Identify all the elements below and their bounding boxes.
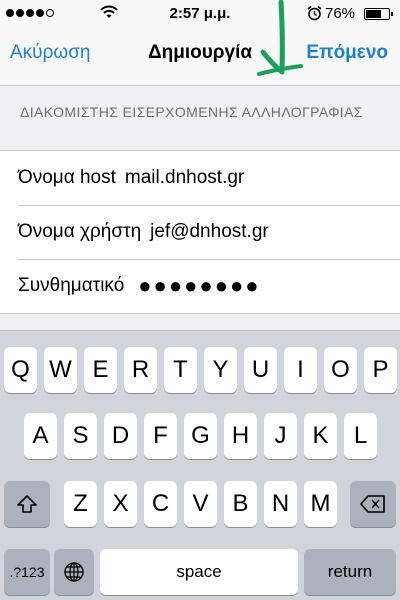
key[interactable]: W <box>44 347 77 393</box>
key[interactable]: T <box>164 347 197 393</box>
section-header: ΔΙΑΚΟΜΙΣΤΗΣ ΕΙΣΕΡΧΟΜΕΝΗΣ ΑΛΛΗΛΟΓΡΑΦΙΑΣ <box>20 104 363 120</box>
key[interactable]: J <box>264 413 297 459</box>
key[interactable]: E <box>84 347 117 393</box>
delete-key[interactable] <box>350 481 396 527</box>
key[interactable]: A <box>24 413 57 459</box>
key[interactable]: L <box>344 413 377 459</box>
password-field[interactable]: ●●●●●●●● <box>138 273 260 299</box>
username-label: Όνομα χρήστη <box>18 221 142 242</box>
key[interactable]: R <box>124 347 157 393</box>
key[interactable]: H <box>224 413 257 459</box>
navigation-bar: Ακύρωση Δημιουργία Επόμενο <box>0 28 400 86</box>
key[interactable]: S <box>64 413 97 459</box>
key[interactable]: P <box>364 347 397 393</box>
battery-percent: 76% <box>325 5 356 22</box>
battery-nub <box>391 12 393 16</box>
key[interactable]: C <box>144 481 177 527</box>
key[interactable]: Z <box>64 481 97 527</box>
password-label: Συνθηματικό <box>18 275 125 296</box>
delete-icon <box>360 495 385 513</box>
host-name-row[interactable]: Όνομα host mail.dnhost.gr <box>0 151 400 205</box>
globe-key[interactable] <box>54 549 94 595</box>
key[interactable]: D <box>104 413 137 459</box>
key[interactable]: N <box>264 481 297 527</box>
key[interactable]: V <box>184 481 217 527</box>
key[interactable]: G <box>184 413 217 459</box>
status-bar: 2:57 μ.μ. 76% <box>0 0 400 28</box>
numbers-key[interactable]: .?123 <box>4 549 50 595</box>
key[interactable]: B <box>224 481 257 527</box>
password-row[interactable]: Συνθηματικό ●●●●●●●● <box>0 259 400 313</box>
keyboard: Q W E R T Y U I O P A S D F G H J K L Z … <box>0 330 400 600</box>
username-row[interactable]: Όνομα χρήστη jef@dnhost.gr <box>0 205 400 259</box>
battery-icon <box>364 8 393 20</box>
host-name-field[interactable]: mail.dnhost.gr <box>125 167 244 189</box>
key[interactable]: Y <box>204 347 237 393</box>
shift-key[interactable] <box>4 481 50 527</box>
globe-icon <box>64 562 84 582</box>
alarm-icon <box>307 5 322 21</box>
incoming-server-form: Όνομα host mail.dnhost.gr Όνομα χρήστη j… <box>0 150 400 314</box>
key[interactable]: K <box>304 413 337 459</box>
key[interactable]: U <box>244 347 277 393</box>
username-field[interactable]: jef@dnhost.gr <box>150 221 269 243</box>
next-button[interactable]: Επόμενο <box>306 42 388 64</box>
host-name-label: Όνομα host <box>18 167 116 188</box>
key[interactable]: O <box>324 347 357 393</box>
key[interactable]: M <box>304 481 337 527</box>
key[interactable]: X <box>104 481 137 527</box>
battery-fill <box>366 10 382 18</box>
shift-icon <box>17 495 37 513</box>
space-key[interactable]: space <box>100 549 298 595</box>
key[interactable]: I <box>284 347 317 393</box>
return-key[interactable]: return <box>304 549 396 595</box>
key[interactable]: Q <box>4 347 37 393</box>
key[interactable]: F <box>144 413 177 459</box>
